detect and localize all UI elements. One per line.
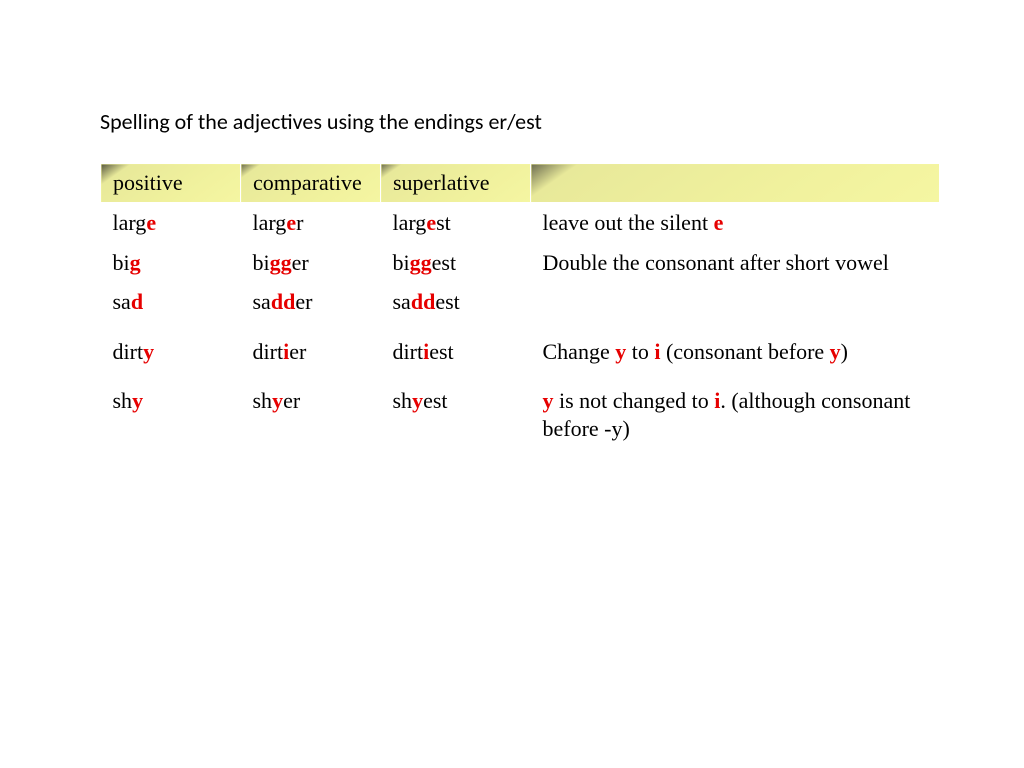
plain-text: Change	[543, 339, 616, 364]
plain-text: (consonant before	[660, 339, 829, 364]
cell-superlative: dirtiest	[381, 322, 531, 372]
plain-text: sh	[113, 388, 133, 413]
cell-rule: Double the consonant after short vowel	[531, 243, 940, 322]
cell-positive: sad	[101, 282, 241, 322]
table-header-row: positive comparative superlative	[101, 164, 940, 203]
plain-text: dirt	[113, 339, 144, 364]
cell-positive: dirty	[101, 322, 241, 372]
highlight-text: y	[412, 388, 423, 413]
plain-text: dirt	[393, 339, 424, 364]
col-rule	[531, 164, 940, 203]
highlight-text: gg	[410, 250, 432, 275]
plain-text: sa	[253, 289, 271, 314]
plain-text: larg	[253, 210, 287, 235]
plain-text: sh	[393, 388, 413, 413]
plain-text: est	[432, 250, 456, 275]
highlight-text: dd	[271, 289, 295, 314]
highlight-text: e	[714, 210, 724, 235]
plain-text: est	[435, 289, 459, 314]
plain-text: )	[841, 339, 848, 364]
cell-superlative: shyest	[381, 371, 531, 448]
col-superlative: superlative	[381, 164, 531, 203]
adjective-table: positive comparative superlative largela…	[100, 163, 940, 448]
cell-positive: shy	[101, 371, 241, 448]
plain-text: er	[292, 250, 309, 275]
highlight-text: e	[146, 210, 156, 235]
col-positive: positive	[101, 164, 241, 203]
plain-text: bi	[113, 250, 130, 275]
table-row: largelargerlargestleave out the silent e	[101, 203, 940, 243]
plain-text: er	[289, 339, 306, 364]
plain-text: Double the consonant after short vowel	[543, 250, 889, 275]
document-page: Spelling of the adjectives using the end…	[0, 0, 1024, 448]
highlight-text: y	[830, 339, 841, 364]
highlight-text: y	[132, 388, 143, 413]
plain-text: sa	[393, 289, 411, 314]
table-row: shyshyershyesty is not changed to i. (al…	[101, 371, 940, 448]
plain-text: er	[295, 289, 312, 314]
highlight-text: dd	[411, 289, 435, 314]
cell-superlative: saddest	[381, 282, 531, 322]
highlight-text: y	[143, 339, 154, 364]
cell-comparative: sadder	[241, 282, 381, 322]
cell-comparative: bigger	[241, 243, 381, 283]
cell-comparative: dirtier	[241, 322, 381, 372]
cell-superlative: largest	[381, 203, 531, 243]
table-row: dirtydirtierdirtiestChange y to i (conso…	[101, 322, 940, 372]
plain-text: est	[423, 388, 447, 413]
highlight-text: g	[130, 250, 141, 275]
cell-superlative: biggest	[381, 243, 531, 283]
plain-text: dirt	[253, 339, 284, 364]
table-row: bigbiggerbiggestDouble the consonant aft…	[101, 243, 940, 283]
highlight-text: d	[131, 289, 143, 314]
cell-positive: large	[101, 203, 241, 243]
plain-text: bi	[393, 250, 410, 275]
cell-positive: big	[101, 243, 241, 283]
plain-text: r	[296, 210, 303, 235]
cell-comparative: larger	[241, 203, 381, 243]
plain-text: to	[626, 339, 654, 364]
plain-text: bi	[253, 250, 270, 275]
table-body: largelargerlargestleave out the silent e…	[101, 203, 940, 449]
highlight-text: e	[286, 210, 296, 235]
highlight-text: gg	[270, 250, 292, 275]
plain-text: sa	[113, 289, 131, 314]
cell-comparative: shyer	[241, 371, 381, 448]
page-title: Spelling of the adjectives using the end…	[100, 108, 934, 135]
plain-text: larg	[113, 210, 147, 235]
plain-text: er	[283, 388, 300, 413]
highlight-text: e	[426, 210, 436, 235]
highlight-text: y	[615, 339, 626, 364]
plain-text: est	[429, 339, 453, 364]
cell-rule: Change y to i (consonant before y)	[531, 322, 940, 372]
plain-text: is not changed to	[554, 388, 715, 413]
cell-rule: y is not changed to i. (although consona…	[531, 371, 940, 448]
col-comparative: comparative	[241, 164, 381, 203]
plain-text: leave out the silent	[543, 210, 714, 235]
cell-rule: leave out the silent e	[531, 203, 940, 243]
plain-text: sh	[253, 388, 273, 413]
plain-text: st	[436, 210, 451, 235]
highlight-text: y	[272, 388, 283, 413]
highlight-text: y	[543, 388, 554, 413]
plain-text: larg	[393, 210, 427, 235]
